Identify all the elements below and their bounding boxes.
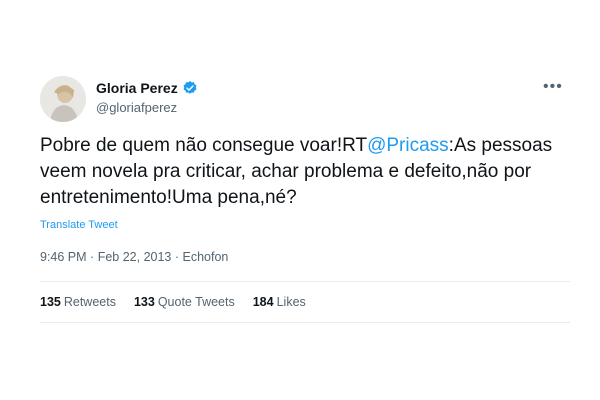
author-name-row: Gloria Perez bbox=[96, 80, 198, 96]
author-display-name[interactable]: Gloria Perez bbox=[96, 80, 178, 96]
tweet-meta: 9:46 PM · Feb 22, 2013 · Echofon bbox=[40, 250, 228, 264]
tweet-date[interactable]: Feb 22, 2013 bbox=[98, 250, 172, 264]
likes-count: 184 bbox=[252, 295, 274, 309]
engagement-stats: 135 Retweets 133 Quote Tweets 184 Likes bbox=[40, 295, 324, 309]
meta-separator: · bbox=[90, 250, 95, 264]
verified-badge-icon bbox=[182, 80, 198, 96]
quote-tweets-stat[interactable]: 133 Quote Tweets bbox=[134, 295, 235, 309]
tweet-text-start: Pobre de quem não consegue voar!RT bbox=[40, 135, 368, 156]
author-handle[interactable]: @gloriafperez bbox=[96, 100, 177, 115]
quote-tweets-count: 133 bbox=[133, 295, 155, 309]
avatar[interactable] bbox=[40, 76, 86, 122]
quote-tweets-label: Quote Tweets bbox=[157, 295, 235, 309]
likes-label: Likes bbox=[276, 295, 306, 309]
mention-link[interactable]: @Pricass bbox=[367, 135, 449, 156]
tweet-card: Gloria Perez @gloriafperez ••• Pobre de … bbox=[0, 0, 600, 400]
retweets-label: Retweets bbox=[63, 295, 116, 309]
tweet-text: Pobre de quem não consegue voar!RT@Prica… bbox=[40, 133, 570, 211]
retweets-count: 135 bbox=[40, 295, 61, 309]
more-horizontal-icon[interactable]: ••• bbox=[543, 78, 563, 96]
divider bbox=[40, 281, 570, 282]
avatar-photo-icon bbox=[40, 76, 86, 122]
likes-stat[interactable]: 184 Likes bbox=[253, 295, 306, 309]
meta-separator: · bbox=[174, 250, 180, 264]
divider bbox=[40, 322, 570, 323]
retweets-stat[interactable]: 135 Retweets bbox=[40, 295, 116, 309]
translate-tweet-link[interactable]: Translate Tweet bbox=[40, 219, 118, 231]
tweet-source[interactable]: Echofon bbox=[183, 250, 229, 264]
tweet-time[interactable]: 9:46 PM bbox=[40, 250, 87, 264]
